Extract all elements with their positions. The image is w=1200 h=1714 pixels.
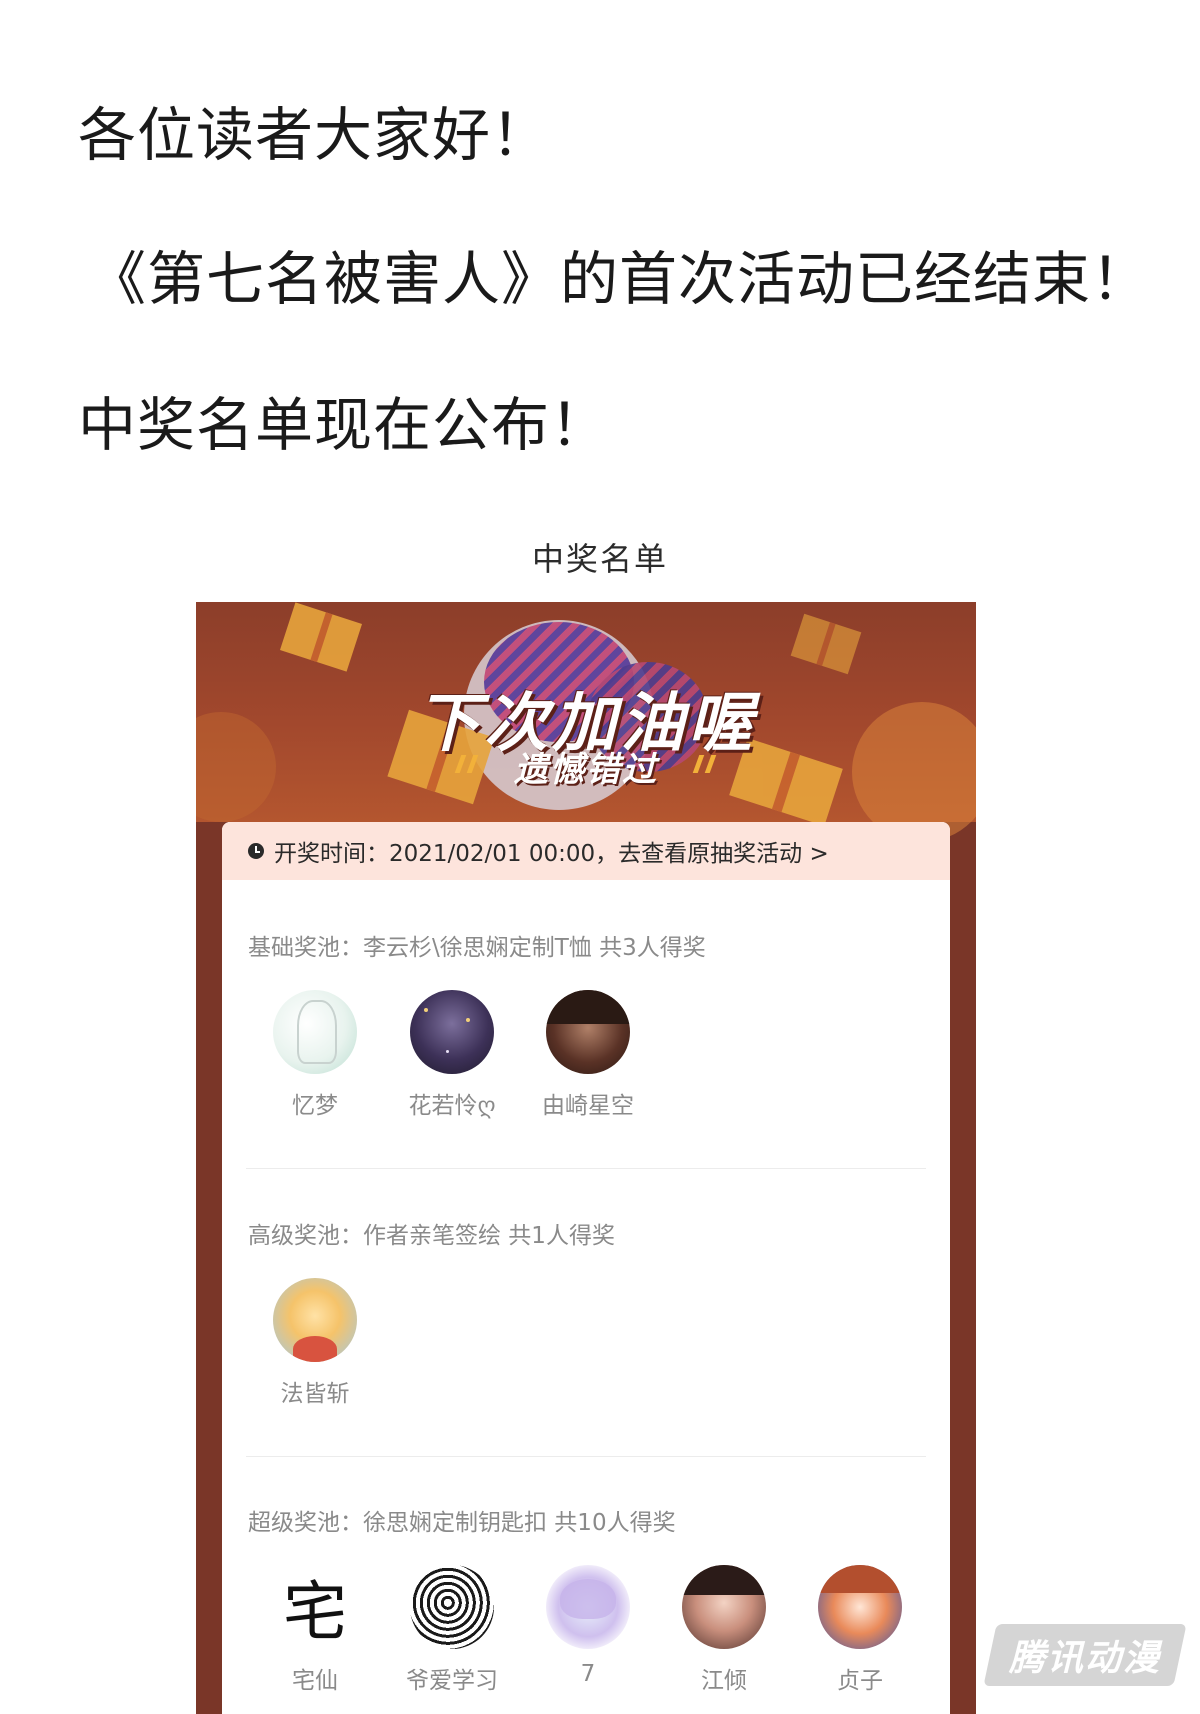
- intro-announcement: 中奖名单现在公布！: [78, 391, 610, 459]
- banner-gift-4: [790, 613, 862, 675]
- divider: [246, 1168, 926, 1169]
- avatar: 宅: [273, 1565, 357, 1649]
- avatar: [682, 1565, 766, 1649]
- draw-time-link[interactable]: 开奖时间：2021/02/01 00:00，去查看原抽奖活动 >: [222, 822, 950, 880]
- winner-name: 江倾: [701, 1668, 747, 1694]
- winner-item[interactable]: 花若怜ღ: [397, 990, 507, 1120]
- winner-item[interactable]: 爷爱学习: [397, 1565, 507, 1695]
- avatar-glyph: 宅: [283, 1576, 347, 1649]
- results-panel: 开奖时间：2021/02/01 00:00，去查看原抽奖活动 > 基础奖池：李云…: [222, 822, 950, 1714]
- winner-item[interactable]: 法皆斩: [260, 1278, 370, 1408]
- winner-item[interactable]: 宅 宅仙: [260, 1565, 370, 1695]
- banner-gift-1: [279, 602, 363, 672]
- winner-item[interactable]: 7: [533, 1565, 643, 1687]
- avatar: [410, 1565, 494, 1649]
- winner-name: 花若怜ღ: [408, 1093, 496, 1119]
- clock-icon: [248, 843, 264, 859]
- avatar: [818, 1565, 902, 1649]
- pool-title: 高级奖池：作者亲笔签绘 共1人得奖: [248, 1223, 615, 1249]
- intro-event-ended: 《第七名被害人》的首次活动已经结束！: [88, 245, 1151, 313]
- winner-name: 由崎星空: [542, 1093, 634, 1119]
- winners-caption: 中奖名单: [531, 540, 668, 578]
- draw-time-text: 开奖时间：2021/02/01 00:00，去查看原抽奖活动 >: [274, 841, 829, 867]
- winner-item[interactable]: 江倾: [669, 1565, 779, 1695]
- winner-item[interactable]: 贞子: [805, 1565, 915, 1695]
- winner-name: 法皆斩: [280, 1381, 350, 1407]
- avatar: [410, 990, 494, 1074]
- winner-name: 宅仙: [292, 1668, 338, 1694]
- watermark-text: 腾讯动漫: [1008, 1638, 1161, 1679]
- banner-subtitle: 遗憾错过: [514, 750, 658, 790]
- winner-item[interactable]: 由崎星空: [533, 990, 643, 1120]
- winner-name: 爷爱学习: [406, 1668, 498, 1694]
- pool-title: 超级奖池：徐思娴定制钥匙扣 共10人得奖: [248, 1510, 676, 1536]
- watermark-logo: 腾讯动漫: [983, 1624, 1187, 1686]
- winner-item[interactable]: 忆梦: [260, 990, 370, 1120]
- avatar: [273, 1278, 357, 1362]
- intro-greeting: 各位读者大家好！: [78, 101, 551, 169]
- pool-title: 基础奖池：李云杉\徐思娴定制T恤 共3人得奖: [248, 935, 706, 961]
- avatar: [546, 1565, 630, 1649]
- winner-name: 7: [580, 1661, 596, 1687]
- winners-card: 下次加油喔 遗憾错过 开奖时间：2021/02/01 00:00，去查看原抽奖活…: [196, 602, 976, 1714]
- avatar: [273, 990, 357, 1074]
- winner-name: 忆梦: [292, 1093, 338, 1119]
- result-banner: 下次加油喔 遗憾错过: [196, 602, 976, 842]
- divider: [246, 1456, 926, 1457]
- winner-name: 贞子: [837, 1668, 883, 1694]
- avatar: [546, 990, 630, 1074]
